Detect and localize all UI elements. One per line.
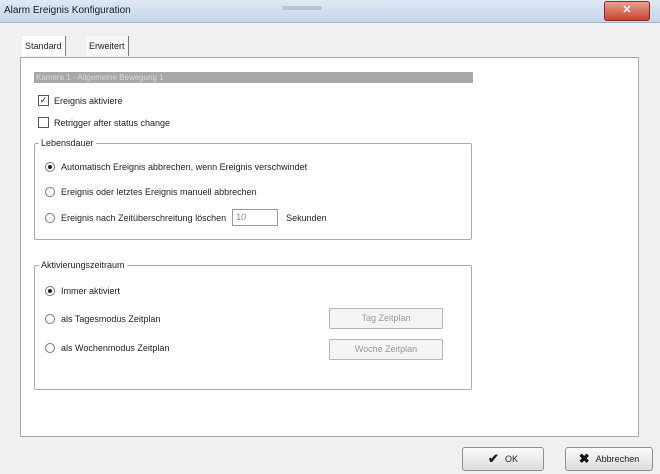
window-title: Alarm Ereignis Konfiguration — [4, 5, 131, 16]
activation-week-label: als Wochenmodus Zeitplan — [61, 343, 170, 353]
cancel-label: Abbrechen — [595, 454, 640, 464]
lifetime-group-legend: Lebensdauer — [41, 138, 94, 148]
tab-erweitert[interactable]: Erweitert — [86, 36, 129, 56]
activate-event-row[interactable]: ✓ Ereignis aktiviere — [38, 95, 123, 106]
retrigger-row[interactable]: Retrigger after status change — [38, 117, 170, 128]
title-bar-decoration — [282, 6, 322, 10]
ok-button[interactable]: ✔ OK — [462, 447, 544, 471]
lifetime-auto-label: Automatisch Ereignis abbrechen, wenn Ere… — [61, 162, 308, 172]
lifetime-manual-radio[interactable] — [45, 187, 55, 197]
activation-option-always[interactable]: Immer aktiviert — [45, 286, 120, 296]
lifetime-option-auto[interactable]: Automatisch Ereignis abbrechen, wenn Ere… — [45, 162, 307, 172]
timeout-unit-label: Sekunden — [286, 212, 327, 223]
lifetime-option-manual[interactable]: Ereignis oder letztes Ereignis manuell a… — [45, 187, 257, 197]
retrigger-label: Retrigger after status change — [54, 117, 171, 128]
lifetime-option-timeout[interactable]: Ereignis nach Zeitüberschreitung löschen… — [45, 209, 327, 226]
x-icon: ✖ — [578, 451, 590, 466]
activation-always-radio[interactable] — [45, 286, 55, 296]
activation-week-radio[interactable] — [45, 343, 55, 353]
camera-title-bar: Kamera 1 - Allgemeine Bewegung 1 — [34, 72, 473, 83]
activate-event-label: Ereignis aktiviere — [54, 95, 123, 106]
tab-standard[interactable]: Standard — [22, 36, 66, 56]
activation-day-radio[interactable] — [45, 314, 55, 324]
retrigger-checkbox[interactable] — [38, 117, 49, 128]
ok-label: OK — [504, 454, 518, 464]
checkmark-icon: ✔ — [488, 451, 499, 466]
week-schedule-button[interactable]: Woche Zeitplan — [329, 339, 443, 360]
activate-event-checkbox[interactable]: ✓ — [38, 95, 49, 106]
lifetime-manual-label: Ereignis oder letztes Ereignis manuell a… — [61, 187, 257, 197]
title-bar: Alarm Ereignis Konfiguration ✕ — [0, 0, 660, 23]
activation-day-label: als Tagesmodus Zeitplan — [61, 314, 161, 324]
lifetime-timeout-radio[interactable] — [45, 212, 55, 223]
close-button[interactable]: ✕ — [604, 1, 650, 21]
timeout-input[interactable]: 10 — [232, 209, 279, 226]
activation-option-week[interactable]: als Wochenmodus Zeitplan — [45, 343, 169, 353]
close-icon: ✕ — [622, 4, 632, 16]
activation-always-label: Immer aktiviert — [61, 286, 121, 296]
cancel-button[interactable]: ✖ Abbrechen — [565, 447, 653, 471]
lifetime-timeout-label: Ereignis nach Zeitüberschreitung löschen — [61, 212, 227, 223]
activation-group-legend: Aktivierungszeitraum — [41, 260, 125, 270]
activation-option-day[interactable]: als Tagesmodus Zeitplan — [45, 314, 160, 324]
day-schedule-button[interactable]: Tag Zeitplan — [329, 308, 443, 329]
lifetime-auto-radio[interactable] — [45, 162, 55, 172]
